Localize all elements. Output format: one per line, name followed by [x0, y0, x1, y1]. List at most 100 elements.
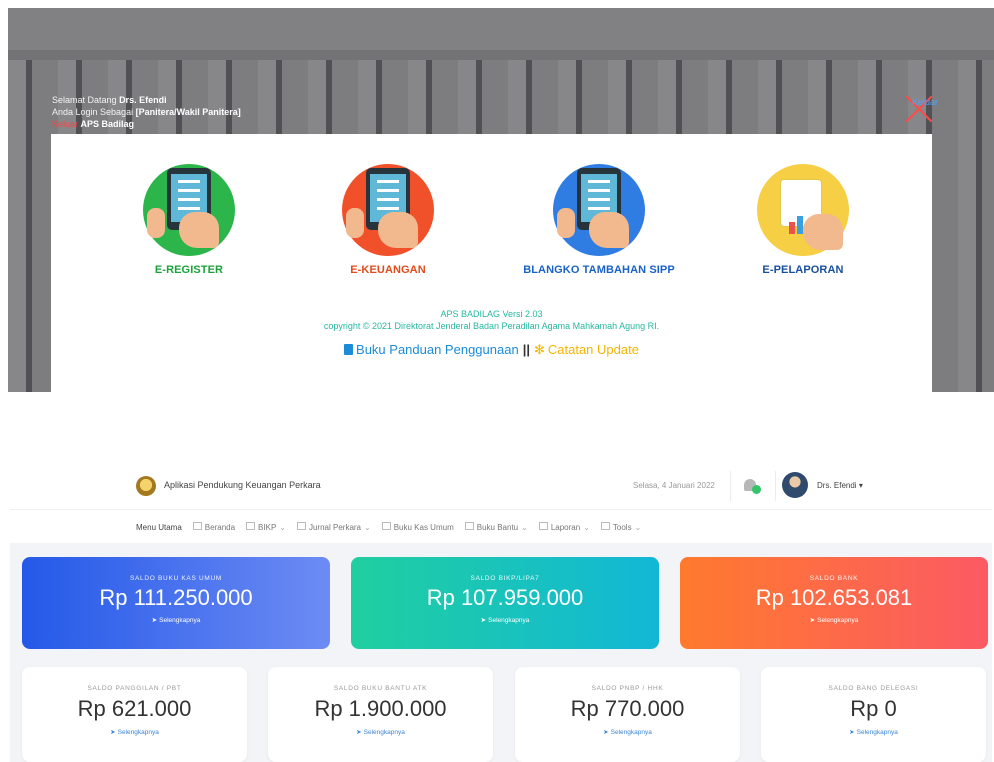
e-register-label: E-REGISTER: [154, 264, 224, 276]
dashboard: Aplikasi Pendukung Keuangan Perkara Sela…: [10, 463, 992, 762]
app-menu-card: E-REGISTER E-KEUANGAN BLANGKO TAMBAHAN S…: [51, 134, 932, 392]
menu-item-icon: [381, 522, 391, 530]
home-icon: [192, 522, 202, 530]
saldo-bang-delegasi-card[interactable]: SALDO BANG DELEGASI Rp 0 ➤ Selengkapnya: [761, 667, 986, 762]
e-pelaporan-tile[interactable]: E-PELAPORAN: [718, 164, 888, 276]
card-value: Rp 107.959.000: [426, 585, 584, 610]
paper-plane-icon: ➤: [480, 617, 487, 624]
more-link[interactable]: ➤ Selengkapnya: [351, 616, 659, 624]
user-name: Drs. Efendi: [817, 481, 857, 490]
saldo-buku-kas-umum-card[interactable]: SALDO BUKU KAS UMUM Rp 111.250.000 ➤ Sele…: [22, 557, 330, 649]
more-label: Selengkapnya: [817, 617, 859, 624]
nav-item[interactable]: Buku Bantu ⌄: [464, 522, 528, 532]
update-label: Catatan Update: [547, 342, 639, 357]
chevron-down-icon: ⌄: [521, 523, 528, 532]
chevron-down-icon: ⌄: [364, 523, 371, 532]
menu-item-icon: [296, 522, 306, 530]
nav-item-label: Beranda: [204, 523, 236, 532]
nav-item[interactable]: Tools ⌄: [600, 522, 642, 532]
blangko-sipp-label: BLANGKO TAMBAHAN SIPP: [523, 264, 675, 276]
saldo-bank-card[interactable]: SALDO BANK Rp 102.653.081 ➤ Selengkapnya: [680, 557, 988, 649]
more-link[interactable]: ➤ Selengkapnya: [268, 728, 493, 736]
paper-plane-icon: ➤: [110, 729, 116, 736]
footer-links: Buku Panduan Penggunaan || ✻ Catatan Update: [51, 342, 932, 358]
dashboard-content: SALDO BUKU KAS UMUM Rp 111.250.000 ➤ Sele…: [10, 543, 992, 762]
more-label: Selengkapnya: [117, 729, 159, 736]
saldo-bikp-card[interactable]: SALDO BIKP/LIPA7 Rp 107.959.000 ➤ Selengk…: [351, 557, 659, 649]
card-title: SALDO PANGGILAN / PBT: [87, 685, 182, 692]
blangko-sipp-tile[interactable]: BLANGKO TAMBAHAN SIPP: [514, 164, 684, 276]
main-nav: Menu Utama Beranda BIKP ⌄ Jurnal Perkara ⌄ Buk…: [10, 510, 992, 542]
nav-item-label: Tools: [612, 523, 632, 532]
current-date: Selasa, 4 Januari 2022: [633, 481, 715, 490]
nav-item-label: BIKP: [258, 523, 277, 532]
e-keuangan-label: E-KEUANGAN: [350, 264, 426, 276]
version-info: APS BADILAG Versi 2.03 copyright © 2021 …: [51, 308, 932, 332]
nav-item[interactable]: Jurnal Perkara ⌄: [296, 522, 371, 532]
nav-item: Menu Utama: [136, 523, 182, 532]
top-bar: Aplikasi Pendukung Keuangan Perkara Sela…: [10, 463, 992, 510]
nav-item[interactable]: BIKP ⌄: [246, 522, 286, 532]
more-label: Selengkapnya: [610, 729, 652, 736]
divider: [775, 471, 776, 501]
card-value: Rp 0: [850, 696, 897, 721]
nav-item[interactable]: Laporan ⌄: [538, 522, 590, 532]
nav-item-label: Laporan: [550, 523, 581, 532]
more-link[interactable]: ➤ Selengkapnya: [761, 728, 986, 736]
welcome-user: Drs. Efendi: [119, 95, 167, 105]
chevron-down-icon: ⌄: [634, 523, 642, 532]
saldo-pnbp-card[interactable]: SALDO PNBP / HHK Rp 770.000 ➤ Selengkapny…: [515, 667, 740, 762]
welcome-prefix: Selamat Datang: [52, 95, 117, 105]
card-title: SALDO BIKP/LIPA7: [470, 575, 540, 582]
welcome-text: Selamat Datang Drs. Efendi Anda Login Se…: [52, 94, 241, 130]
card-value: Rp 1.900.000: [314, 696, 447, 721]
version-text: APS BADILAG Versi 2.03: [440, 309, 543, 319]
avatar[interactable]: [782, 472, 808, 498]
close-label[interactable]: Keluar: [912, 97, 938, 107]
app-name: Aplikasi Pendukung Keuangan Perkara: [164, 480, 321, 490]
link-separator: ||: [522, 342, 530, 357]
more-label: Selengkapnya: [363, 729, 405, 736]
more-link[interactable]: ➤ Selengkapnya: [680, 616, 988, 624]
card-title: SALDO PNBP / HHK: [591, 685, 664, 692]
blangko-sipp-icon: [553, 164, 645, 256]
more-link[interactable]: ➤ Selengkapnya: [22, 616, 330, 624]
nav-item[interactable]: Beranda: [192, 522, 236, 532]
role-label: [Panitera/Wakil Panitera]: [135, 107, 241, 117]
e-pelaporan-label: E-PELAPORAN: [762, 264, 844, 276]
more-link[interactable]: ➤ Selengkapnya: [515, 728, 740, 736]
card-value: Rp 621.000: [77, 696, 192, 721]
menu-item-icon: [538, 522, 548, 530]
e-keuangan-icon: [342, 164, 434, 256]
card-title: SALDO BUKU KAS UMUM: [129, 575, 223, 582]
guide-link[interactable]: Buku Panduan Penggunaan: [344, 342, 519, 357]
saldo-buku-bantu-atk-card[interactable]: SALDO BUKU BANTU ATK Rp 1.900.000 ➤ Selen…: [268, 667, 493, 762]
gear-icon: ✻: [533, 342, 545, 357]
book-icon: [344, 344, 354, 355]
more-link[interactable]: ➤ Selengkapnya: [22, 728, 247, 736]
update-link[interactable]: ✻ Catatan Update: [534, 342, 639, 357]
paper-plane-icon: ➤: [356, 729, 362, 736]
card-title: SALDO BANK: [809, 575, 859, 582]
e-keuangan-tile[interactable]: E-KEUANGAN: [303, 164, 473, 276]
divider: [730, 471, 731, 501]
paper-plane-icon: ➤: [849, 729, 855, 736]
copyright-text: copyright © 2021 Direktorat Jenderal Bad…: [323, 321, 660, 331]
e-register-tile[interactable]: E-REGISTER: [104, 164, 274, 276]
nav-item-label: Menu Utama: [136, 523, 182, 532]
nav-item[interactable]: Buku Kas Umum: [381, 522, 454, 532]
chevron-down-icon: ▾: [858, 481, 863, 490]
guide-label: Buku Panduan Penggunaan: [356, 342, 519, 357]
saldo-panggilan-card[interactable]: SALDO PANGGILAN / PBT Rp 621.000 ➤ Seleng…: [22, 667, 247, 762]
chevron-down-icon: ⌄: [583, 523, 590, 532]
notification-icon[interactable]: [744, 477, 761, 494]
user-menu[interactable]: Drs. Efendi ▾: [817, 481, 863, 490]
menu-item-icon: [246, 522, 256, 530]
paper-plane-icon: ➤: [151, 617, 158, 624]
menu-item-icon: [464, 522, 474, 530]
card-value: Rp 770.000: [570, 696, 685, 721]
card-value: Rp 111.250.000: [99, 585, 253, 610]
card-value: Rp 102.653.081: [755, 585, 913, 610]
more-label: Selengkapnya: [488, 617, 530, 624]
logout-link[interactable]: Keluar: [52, 119, 78, 129]
